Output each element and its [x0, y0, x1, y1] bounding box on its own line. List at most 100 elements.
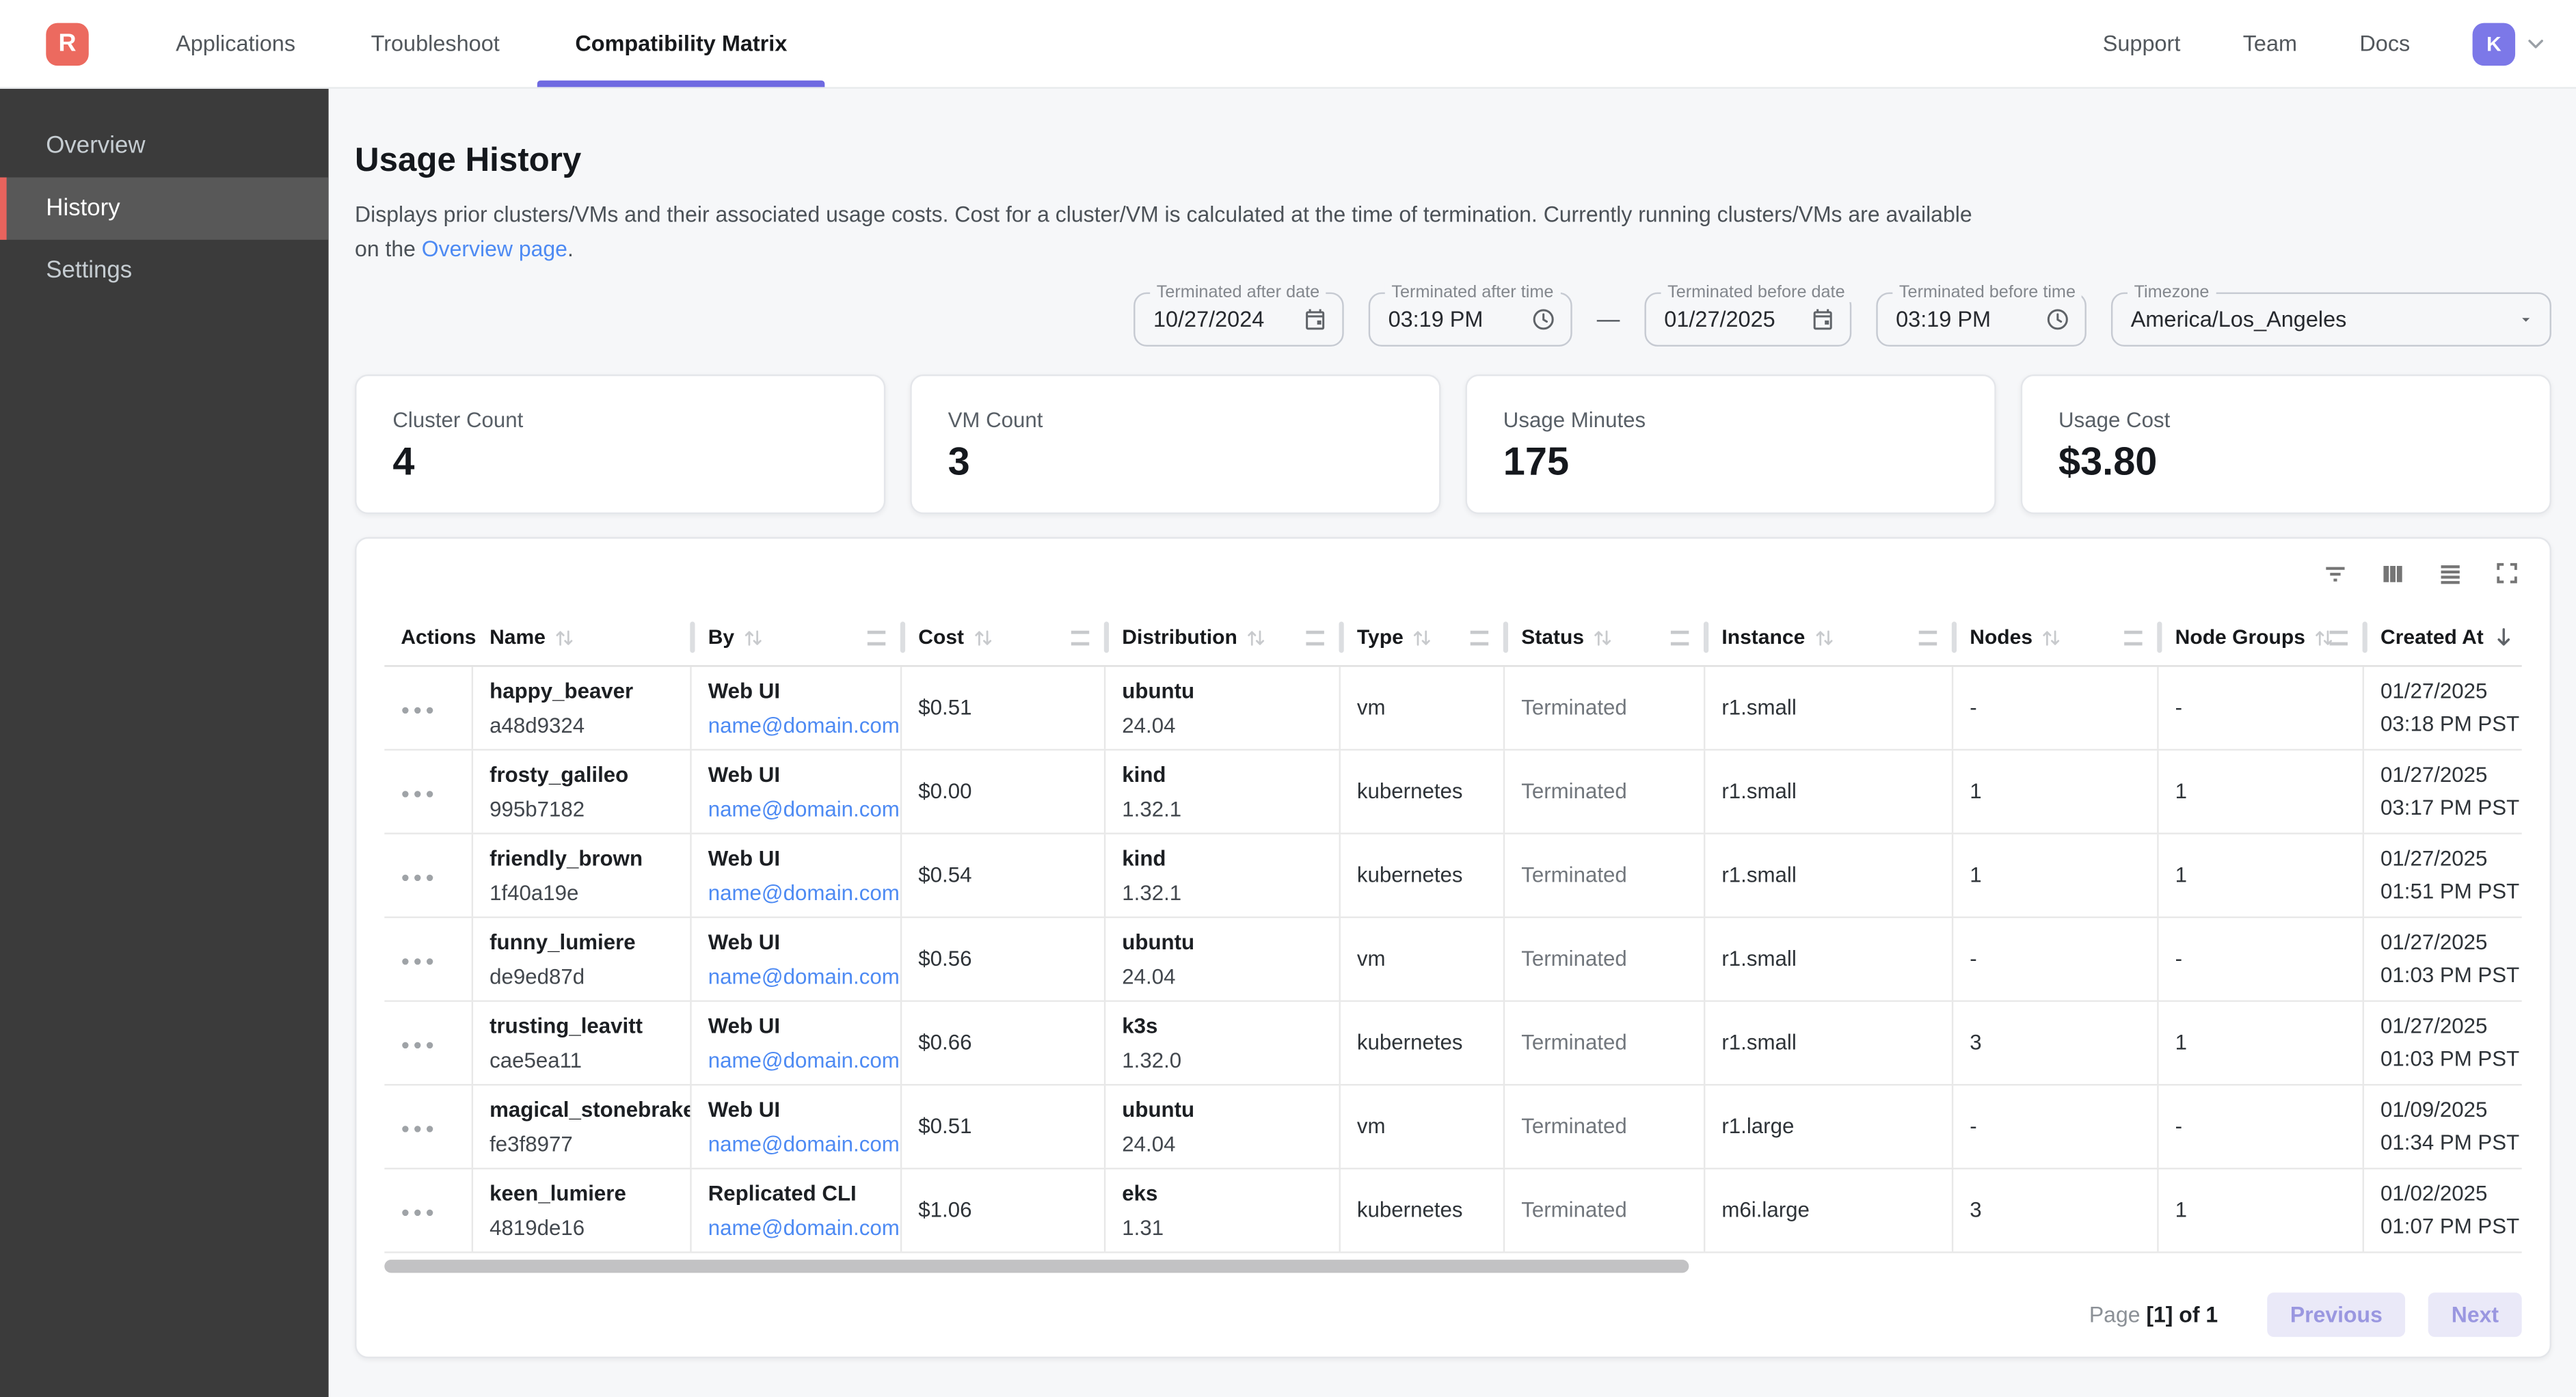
- created-by-email-link[interactable]: name@domain.com: [708, 1126, 900, 1160]
- horizontal-scrollbar-thumb[interactable]: [384, 1259, 1688, 1272]
- calendar-icon[interactable]: [1303, 306, 1328, 331]
- row-actions-menu-button[interactable]: ●●●: [401, 946, 471, 971]
- nav-link-team[interactable]: Team: [2243, 31, 2297, 56]
- created-by-email-link[interactable]: name@domain.com: [708, 1210, 900, 1244]
- column-header-by[interactable]: By: [692, 610, 902, 664]
- sort-icon[interactable]: [2041, 627, 2062, 648]
- row-actions-menu-button[interactable]: ●●●: [401, 1113, 471, 1138]
- sort-icon[interactable]: [1412, 627, 1433, 648]
- column-menu-icon[interactable]: [1671, 630, 1689, 645]
- timezone-field[interactable]: Timezone America/Los_Angeles: [2111, 292, 2551, 346]
- cell-cost: $0.54: [902, 834, 1105, 916]
- table-row: ●●● trusting_leavitt cae5ea11 Web UI nam…: [384, 1001, 2521, 1085]
- created-date: 01/27/2025: [2380, 1009, 2522, 1042]
- sort-icon[interactable]: [742, 627, 764, 648]
- cell-distribution: k3s 1.32.0: [1105, 1001, 1341, 1083]
- cell-status: Terminated: [1505, 666, 1705, 748]
- column-header-instance[interactable]: Instance: [1705, 610, 1953, 664]
- column-header-cost[interactable]: Cost: [902, 610, 1105, 664]
- nodes-value: 3: [1970, 1026, 2157, 1059]
- type-value: vm: [1357, 942, 1503, 975]
- clock-icon[interactable]: [2045, 306, 2070, 331]
- terminated-after-date-field[interactable]: Terminated after date 10/27/2024: [1133, 292, 1344, 346]
- status-badge: Terminated: [1521, 942, 1704, 975]
- created-by-email-link[interactable]: name@domain.com: [708, 791, 900, 825]
- sort-desc-icon[interactable]: [2492, 626, 2515, 649]
- field-label: Terminated after date: [1150, 282, 1326, 301]
- page-description-period: .: [567, 237, 574, 262]
- created-by-method: Replicated CLI: [708, 1175, 900, 1209]
- created-by-email-link[interactable]: name@domain.com: [708, 958, 900, 992]
- nodes-value: 1: [1970, 858, 2157, 891]
- previous-page-button[interactable]: Previous: [2267, 1292, 2405, 1336]
- column-menu-icon[interactable]: [868, 630, 885, 645]
- column-menu-icon[interactable]: [1306, 630, 1324, 645]
- toolbar-fullscreen-button[interactable]: [2492, 561, 2521, 591]
- column-menu-icon[interactable]: [1071, 630, 1089, 645]
- next-page-button[interactable]: Next: [2428, 1292, 2522, 1336]
- sort-icon[interactable]: [1246, 627, 1267, 648]
- created-time: 01:03 PM PST: [2380, 958, 2522, 991]
- replicated-logo[interactable]: R: [46, 22, 88, 64]
- tab-troubleshoot[interactable]: Troubleshoot: [333, 0, 537, 87]
- column-menu-icon[interactable]: [2124, 630, 2142, 645]
- column-header-node_groups[interactable]: Node Groups: [2159, 610, 2364, 664]
- cell-cost: $0.51: [902, 666, 1105, 748]
- row-actions-menu-button[interactable]: ●●●: [401, 863, 471, 887]
- sidebar-item-settings[interactable]: Settings: [0, 240, 329, 302]
- row-actions-menu-button[interactable]: ●●●: [401, 778, 471, 803]
- sort-icon[interactable]: [1592, 627, 1613, 648]
- cell-instance: r1.small: [1705, 666, 1953, 748]
- column-header-status[interactable]: Status: [1505, 610, 1705, 664]
- cell-nodes: 3: [1953, 1169, 2158, 1251]
- sidebar-item-history[interactable]: History: [0, 178, 329, 240]
- nav-link-docs[interactable]: Docs: [2359, 31, 2410, 56]
- cluster-name: frosty_galileo: [489, 757, 690, 791]
- terminated-before-date-field[interactable]: Terminated before date 01/27/2025: [1644, 292, 1851, 346]
- status-badge: Terminated: [1521, 1193, 1704, 1226]
- sort-icon[interactable]: [1813, 627, 1834, 648]
- distribution-version: 1.32.1: [1122, 791, 1339, 825]
- sidebar-item-overview[interactable]: Overview: [0, 115, 329, 177]
- terminated-before-time-field[interactable]: Terminated before time 03:19 PM: [1876, 292, 2087, 346]
- column-menu-icon[interactable]: [1471, 630, 1488, 645]
- created-by-email-link[interactable]: name@domain.com: [708, 1042, 900, 1076]
- nodes-value: -: [1970, 691, 2157, 724]
- tab-applications[interactable]: Applications: [138, 0, 333, 87]
- cell-type: kubernetes: [1341, 750, 1505, 832]
- column-menu-icon[interactable]: [1919, 630, 1937, 645]
- calendar-icon[interactable]: [1810, 306, 1835, 331]
- terminated-after-time-field[interactable]: Terminated after time 03:19 PM: [1369, 292, 1572, 346]
- node-groups-value: 1: [2175, 774, 2363, 807]
- sort-icon[interactable]: [554, 627, 575, 648]
- top-navigation: R ApplicationsTroubleshootCompatibility …: [0, 0, 2576, 89]
- column-header-nodes[interactable]: Nodes: [1953, 610, 2158, 664]
- column-header-name[interactable]: Name: [473, 610, 692, 664]
- toolbar-filter-button[interactable]: [2320, 561, 2349, 591]
- column-header-type[interactable]: Type: [1341, 610, 1505, 664]
- cluster-name: friendly_brown: [489, 840, 690, 874]
- sort-icon[interactable]: [972, 627, 993, 648]
- user-avatar[interactable]: K: [2473, 22, 2515, 64]
- clock-icon[interactable]: [1531, 306, 1556, 331]
- nodes-value: -: [1970, 1109, 2157, 1142]
- caret-icon[interactable]: [2517, 310, 2534, 327]
- cell-type: vm: [1341, 917, 1505, 999]
- column-menu-icon[interactable]: [2330, 630, 2348, 645]
- nav-link-support[interactable]: Support: [2103, 31, 2181, 56]
- created-time: 01:07 PM PST: [2380, 1210, 2522, 1243]
- instance-value: r1.large: [1721, 1109, 1951, 1142]
- created-by-email-link[interactable]: name@domain.com: [708, 875, 900, 909]
- toolbar-density-button[interactable]: [2434, 561, 2464, 591]
- toolbar-columns-button[interactable]: [2377, 561, 2406, 591]
- column-header-distribution[interactable]: Distribution: [1105, 610, 1341, 664]
- created-by-email-link[interactable]: name@domain.com: [708, 707, 900, 742]
- row-actions-menu-button[interactable]: ●●●: [401, 1197, 471, 1222]
- column-header-created_at[interactable]: Created At: [2364, 610, 2522, 664]
- row-actions-menu-button[interactable]: ●●●: [401, 1030, 471, 1055]
- chevron-down-icon[interactable]: [2525, 33, 2547, 54]
- tab-compatibility-matrix[interactable]: Compatibility Matrix: [537, 0, 825, 87]
- overview-page-link[interactable]: Overview page: [422, 237, 567, 262]
- row-actions-menu-button[interactable]: ●●●: [401, 695, 471, 720]
- cell-name: funny_lumiere de9ed87d: [473, 917, 692, 999]
